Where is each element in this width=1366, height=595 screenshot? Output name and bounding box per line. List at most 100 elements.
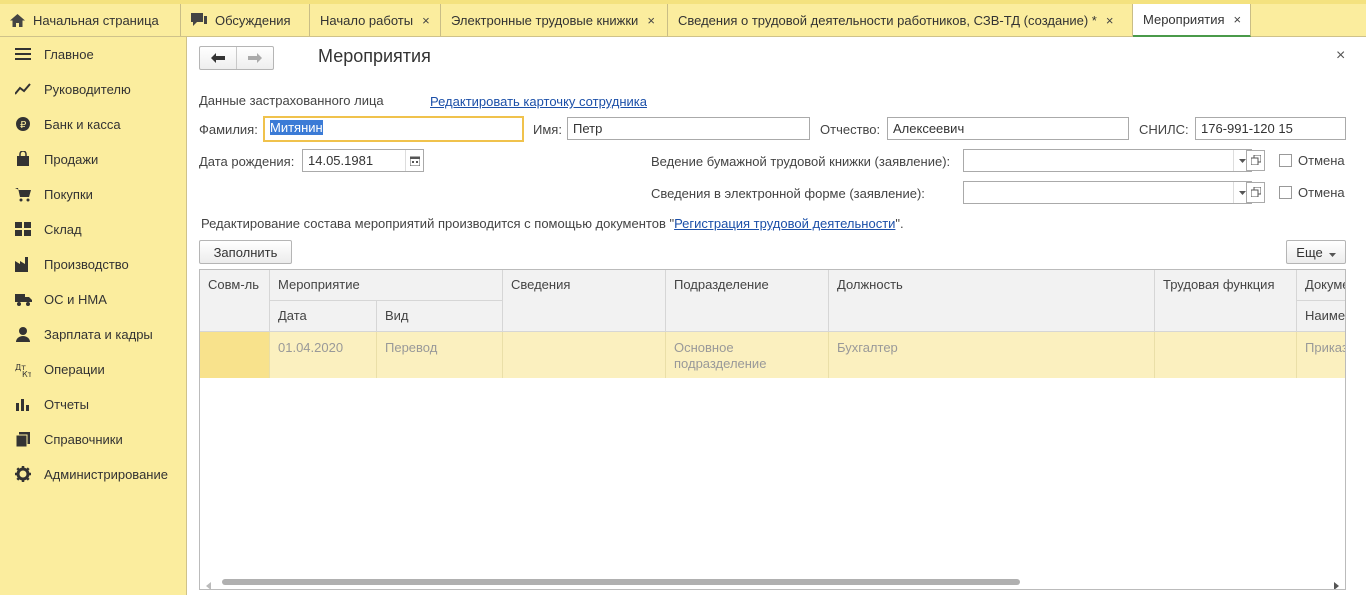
birthdate-label: Дата рождения: xyxy=(199,154,295,169)
col-kind-header[interactable]: Вид xyxy=(377,301,503,332)
sidebar-item-purchases[interactable]: Покупки xyxy=(0,179,186,209)
scroll-left-icon[interactable] xyxy=(206,578,211,589)
open-paper-book-button[interactable] xyxy=(1246,150,1265,171)
sidebar-item-admin[interactable]: Администрирование xyxy=(0,459,186,489)
sidebar-item-label: Покупки xyxy=(44,186,93,202)
trend-chart-icon xyxy=(14,81,32,97)
tab-label: Начальная страница xyxy=(33,12,159,28)
open-window-icon xyxy=(1250,185,1261,200)
tab-home[interactable]: Начальная страница xyxy=(0,4,181,36)
fill-button[interactable]: Заполнить xyxy=(199,240,292,264)
tab-bar: Начальная страница Обсуждения Начало раб… xyxy=(0,0,1366,37)
page-title: Мероприятия xyxy=(318,46,431,66)
sidebar-item-label: Продажи xyxy=(44,151,99,167)
cart-icon xyxy=(14,186,32,202)
snils-label: СНИЛС: xyxy=(1139,122,1189,137)
sidebar-item-sales[interactable]: Продажи xyxy=(0,144,186,174)
patronymic-field[interactable]: Алексеевич xyxy=(887,117,1129,140)
sidebar-item-warehouse[interactable]: Склад xyxy=(0,214,186,244)
sidebar-item-reports[interactable]: Отчеты xyxy=(0,389,186,419)
surname-field[interactable]: Митянин xyxy=(263,116,524,142)
tab-getting-started[interactable]: Начало работы × xyxy=(310,4,441,36)
cell-info[interactable] xyxy=(503,332,666,378)
division-line: Основное xyxy=(674,340,734,355)
open-window-icon xyxy=(1250,153,1261,168)
forward-button[interactable] xyxy=(236,47,273,69)
paper-book-select[interactable] xyxy=(963,149,1252,172)
electronic-cancel-label: Отмена xyxy=(1298,185,1345,200)
close-icon[interactable]: × xyxy=(422,13,430,28)
electronic-label: Сведения в электронной форме (заявление)… xyxy=(651,186,925,201)
sidebar-item-label: Операции xyxy=(44,361,105,377)
chevron-down-icon xyxy=(1328,245,1336,260)
snils-field[interactable]: 176-991-120 15 xyxy=(1195,117,1346,140)
nav-buttons xyxy=(199,46,274,70)
close-icon[interactable]: × xyxy=(1336,47,1345,65)
shopping-bag-icon xyxy=(14,151,32,167)
cell-position[interactable]: Бухгалтер xyxy=(829,332,1155,378)
cell-date[interactable]: 01.04.2020 xyxy=(270,332,377,378)
sidebar-item-label: Справочники xyxy=(44,431,123,447)
sidebar-item-label: Отчеты xyxy=(44,396,89,412)
factory-icon xyxy=(14,256,32,272)
col-doc-name-header[interactable]: Наименование xyxy=(1297,301,1345,332)
col-position-header[interactable]: Должность xyxy=(829,270,1155,332)
sidebar-item-references[interactable]: Справочники xyxy=(0,424,186,454)
edit-employee-link[interactable]: Редактировать карточку сотрудника xyxy=(430,94,647,109)
col-info-header[interactable]: Сведения xyxy=(503,270,666,332)
col-document-header[interactable]: Документ xyxy=(1297,270,1345,301)
cell-kind[interactable]: Перевод xyxy=(377,332,503,378)
close-icon[interactable]: × xyxy=(1234,12,1242,27)
col-division-header[interactable]: Подразделение xyxy=(666,270,829,332)
cell-combo[interactable] xyxy=(200,332,270,378)
name-label: Имя: xyxy=(533,122,562,137)
electronic-cancel-checkbox[interactable] xyxy=(1279,186,1292,199)
name-field[interactable]: Петр xyxy=(567,117,810,140)
tab-label: Электронные трудовые книжки xyxy=(451,12,639,28)
more-button[interactable]: Еще xyxy=(1286,240,1346,264)
patronymic-label: Отчество: xyxy=(820,122,881,137)
sidebar-item-bank[interactable]: ₽ Банк и касса xyxy=(0,109,186,139)
sidebar: Главное Руководителю ₽ Банк и касса Прод… xyxy=(0,37,187,595)
col-labor-function-header[interactable]: Трудовая функция xyxy=(1155,270,1297,332)
electronic-select[interactable] xyxy=(963,181,1252,204)
arrow-right-icon xyxy=(248,51,262,66)
debit-credit-icon: Дт Кт xyxy=(14,361,32,377)
horizontal-scrollbar[interactable] xyxy=(200,575,1345,589)
sidebar-item-manager[interactable]: Руководителю xyxy=(0,74,186,104)
col-combo-header[interactable]: Совм-ль xyxy=(200,270,270,332)
tab-szv-td[interactable]: Сведения о трудовой деятельности работни… xyxy=(668,4,1133,36)
tab-electronic-books[interactable]: Электронные трудовые книжки × xyxy=(441,4,668,36)
scrollbar-thumb[interactable] xyxy=(222,579,1020,585)
sidebar-item-main[interactable]: Главное xyxy=(0,39,186,69)
sidebar-item-label: ОС и НМА xyxy=(44,291,107,307)
open-electronic-button[interactable] xyxy=(1246,182,1265,203)
sidebar-item-salary[interactable]: Зарплата и кадры xyxy=(0,319,186,349)
registration-link[interactable]: Регистрация трудовой деятельности xyxy=(674,216,895,231)
paper-book-cancel-checkbox[interactable] xyxy=(1279,154,1292,167)
tab-events[interactable]: Мероприятия × xyxy=(1133,4,1251,37)
sidebar-item-production[interactable]: Производство xyxy=(0,249,186,279)
chat-icon xyxy=(191,13,207,27)
warehouse-grid-icon xyxy=(14,221,32,237)
scroll-right-icon[interactable] xyxy=(1334,578,1339,589)
close-icon[interactable]: × xyxy=(647,13,655,28)
events-table[interactable]: Совм-ль Мероприятие Дата Вид Сведения По… xyxy=(199,269,1346,590)
col-event-header[interactable]: Мероприятие xyxy=(270,270,503,301)
col-date-header[interactable]: Дата xyxy=(270,301,377,332)
sidebar-item-operations[interactable]: Дт Кт Операции xyxy=(0,354,186,384)
sidebar-item-fixed-assets[interactable]: ОС и НМА xyxy=(0,284,186,314)
cell-document[interactable]: Приказ xyxy=(1297,332,1345,378)
sidebar-item-label: Производство xyxy=(44,256,129,272)
close-icon[interactable]: × xyxy=(1106,13,1114,28)
surname-value: Митянин xyxy=(270,120,323,135)
birthdate-field[interactable]: 14.05.1981 xyxy=(302,149,424,172)
back-button[interactable] xyxy=(200,47,236,69)
surname-label: Фамилия: xyxy=(199,122,258,137)
sidebar-item-label: Банк и касса xyxy=(44,116,121,132)
cell-division[interactable]: Основное подразделение xyxy=(666,332,829,378)
cell-labor-function[interactable] xyxy=(1155,332,1297,378)
tab-discussions[interactable]: Обсуждения xyxy=(181,4,310,36)
main-content: Мероприятия × Данные застрахованного лиц… xyxy=(188,37,1366,595)
calendar-icon[interactable] xyxy=(405,150,423,171)
